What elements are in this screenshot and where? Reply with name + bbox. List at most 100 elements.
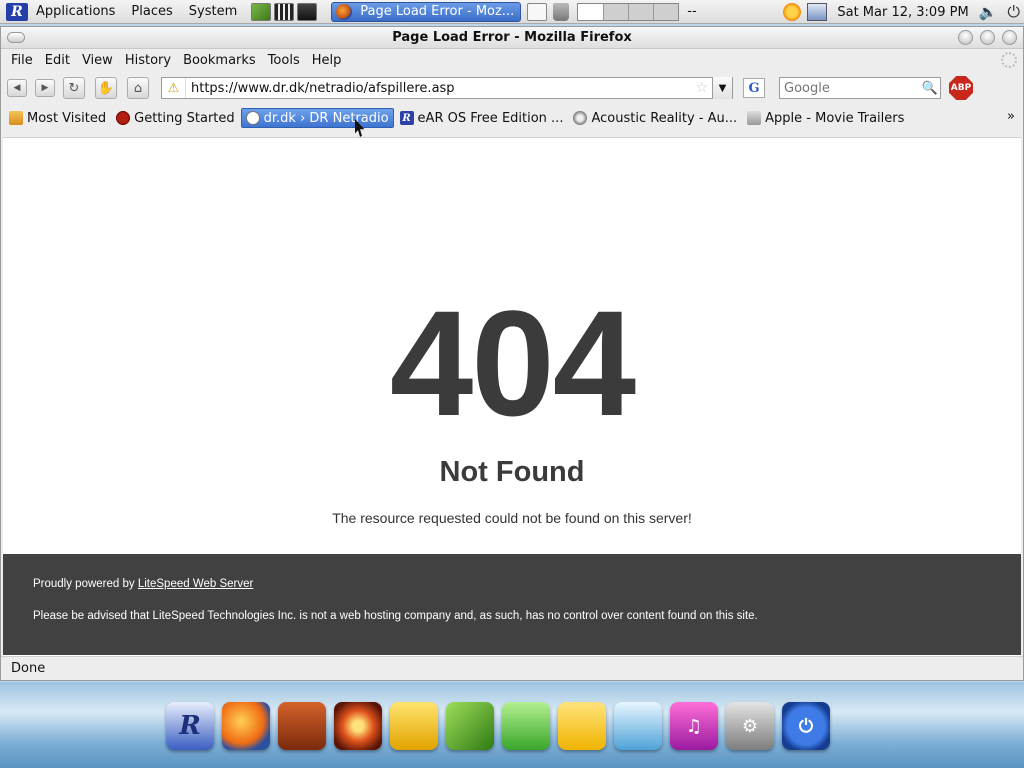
power-icon[interactable]: ⏻ (1007, 2, 1020, 22)
workspace-switcher[interactable] (577, 2, 680, 21)
dock-office-icon[interactable] (558, 702, 606, 750)
volume-icon[interactable]: 🔈 (979, 3, 998, 21)
media-launcher-icon[interactable] (297, 2, 318, 21)
bookmark-getting-started[interactable]: Getting Started (112, 108, 239, 128)
bookmark-label: dr.dk › DR Netradio (263, 110, 389, 126)
bookmark-star-icon[interactable]: ☆ (695, 80, 708, 96)
error-title: Not Found (439, 456, 585, 488)
page-footer: Proudly powered by LiteSpeed Web Server … (3, 554, 1021, 655)
taskbar-firefox-label: Page Load Error - Moz... (360, 4, 515, 19)
menu-bookmarks[interactable]: Bookmarks (177, 53, 262, 68)
dock-settings-icon[interactable]: ⚙ (726, 702, 774, 750)
search-input[interactable] (780, 80, 920, 96)
system-monitor-launcher-icon[interactable] (251, 2, 272, 21)
bookmark-label: Acoustic Reality - Au... (591, 110, 738, 126)
panel-tray: Sat Mar 12, 3:09 PM 🔈 ⏻ (783, 0, 1020, 24)
dock-guitar-icon[interactable] (278, 702, 326, 750)
page-content: 404 Not Found The resource requested cou… (3, 137, 1021, 656)
forward-button[interactable]: ▶ (35, 79, 55, 97)
taskbar-firefox-button[interactable]: Page Load Error - Moz... (331, 1, 522, 22)
adblock-plus-icon[interactable]: ABP (949, 76, 973, 100)
bookmark-label: eAR OS Free Edition ... (417, 110, 564, 126)
apple-icon (747, 111, 762, 125)
dock-writer-icon[interactable] (614, 702, 662, 750)
back-button[interactable]: ◀ (7, 79, 27, 97)
bookmark-ear-os[interactable]: R eAR OS Free Edition ... (396, 108, 568, 128)
window-menu-icon[interactable] (7, 32, 25, 43)
applications-menu[interactable]: Applications (28, 0, 123, 24)
url-bar[interactable]: ⚠ https://www.dr.dk/netradio/afspillere.… (161, 77, 733, 99)
getting-started-icon (116, 111, 131, 125)
network-icon[interactable] (807, 3, 828, 21)
search-icon[interactable]: 🔍 (920, 81, 940, 96)
url-text[interactable]: https://www.dr.dk/netradio/afspillere.as… (186, 81, 695, 96)
clock[interactable]: Sat Mar 12, 3:09 PM (837, 5, 968, 20)
reload-button[interactable]: ↻ (63, 77, 85, 99)
menu-tools[interactable]: Tools (262, 53, 306, 68)
dock-media-player-icon[interactable] (334, 702, 382, 750)
workspace-dash: -- (687, 4, 697, 19)
top-panel: R Applications Places System Page Load E… (0, 0, 1024, 24)
stop-button[interactable]: ✋ (95, 77, 117, 99)
bookmark-label: Most Visited (27, 110, 107, 126)
dock-coffee-icon[interactable] (390, 702, 438, 750)
dock-power-icon[interactable]: ⏻ (782, 702, 830, 750)
powered-by-line: Proudly powered by LiteSpeed Web Server (33, 578, 253, 590)
ear-logo-icon[interactable]: R (6, 2, 28, 21)
home-button[interactable]: ⌂ (127, 77, 149, 99)
update-notifier-icon[interactable] (783, 3, 802, 21)
piano-launcher-icon[interactable] (274, 2, 295, 21)
dock-ear-icon[interactable]: R (166, 702, 214, 750)
window-titlebar[interactable]: Page Load Error - Mozilla Firefox (1, 27, 1023, 49)
warning-icon[interactable]: ⚠ (162, 78, 186, 98)
dock-music-icon[interactable]: ♫ (670, 702, 718, 750)
system-menu[interactable]: System (181, 0, 245, 24)
places-menu[interactable]: Places (123, 0, 180, 24)
menubar: File Edit View History Bookmarks Tools H… (1, 49, 1023, 71)
litespeed-link[interactable]: LiteSpeed Web Server (138, 578, 254, 590)
bookmark-acoustic-reality[interactable]: Acoustic Reality - Au... (569, 108, 741, 128)
menu-view[interactable]: View (76, 53, 119, 68)
folder-icon (9, 111, 23, 125)
dock-messenger-icon[interactable] (502, 702, 550, 750)
bookmark-label: Apple - Movie Trailers (765, 110, 905, 126)
show-desktop-icon[interactable] (527, 2, 548, 21)
dock-photo-editor-icon[interactable] (446, 702, 494, 750)
menu-history[interactable]: History (119, 53, 177, 68)
ear-icon: R (399, 111, 414, 125)
dock-firefox-icon[interactable] (222, 702, 270, 750)
error-code: 404 (389, 279, 636, 447)
dock: R ♫ ⚙ ⏻ (166, 702, 838, 750)
firefox-window: Page Load Error - Mozilla Firefox File E… (0, 26, 1024, 681)
acoustic-reality-icon (573, 111, 588, 125)
bookmark-apple-trailers[interactable]: Apple - Movie Trailers (743, 108, 908, 128)
powered-by-prefix: Proudly powered by (33, 578, 138, 590)
desktop: R ♫ ⚙ ⏻ (0, 682, 1024, 768)
bookmark-dr-netradio[interactable]: dr.dk › DR Netradio (240, 108, 394, 128)
minimize-button[interactable] (958, 30, 973, 45)
menu-help[interactable]: Help (306, 53, 348, 68)
window-title: Page Load Error - Mozilla Firefox (392, 30, 632, 45)
throbber-icon (1001, 52, 1017, 68)
workspace-2[interactable] (603, 3, 629, 20)
workspace-4[interactable] (653, 3, 679, 20)
hosting-notice: Please be advised that LiteSpeed Technol… (33, 610, 758, 622)
workspace-1[interactable] (578, 3, 604, 20)
trash-icon[interactable] (553, 2, 570, 21)
search-bar[interactable]: 🔍 (779, 77, 941, 99)
search-engine-button[interactable]: G (743, 78, 765, 98)
menu-edit[interactable]: Edit (39, 53, 76, 68)
workspace-3[interactable] (628, 3, 654, 20)
dr-icon (245, 111, 260, 125)
navigation-toolbar: ◀ ▶ ↻ ✋ ⌂ ⚠ https://www.dr.dk/netradio/a… (1, 71, 1023, 105)
maximize-button[interactable] (980, 30, 995, 45)
bookmarks-toolbar: Most Visited Getting Started dr.dk › DR … (1, 105, 1023, 131)
status-bar: Done (1, 656, 1023, 680)
close-button[interactable] (1002, 30, 1017, 45)
error-message: The resource requested could not be foun… (332, 510, 692, 526)
bookmarks-overflow-chevron-icon[interactable]: » (1007, 109, 1015, 124)
bookmark-label: Getting Started (134, 110, 235, 126)
url-history-dropdown[interactable]: ▼ (712, 77, 732, 99)
menu-file[interactable]: File (5, 53, 39, 68)
bookmark-most-visited[interactable]: Most Visited (5, 108, 110, 128)
